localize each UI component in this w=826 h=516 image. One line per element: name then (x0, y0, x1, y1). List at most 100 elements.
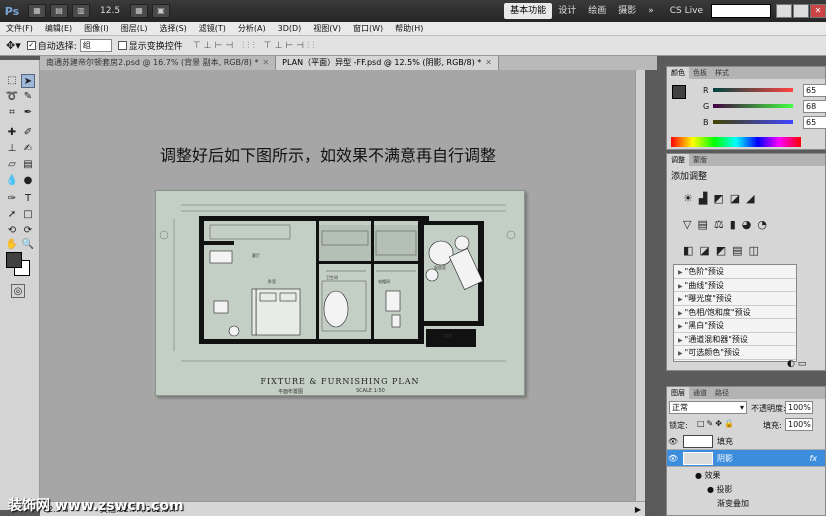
tab-document-1[interactable]: 南通苏建帝尔顿套房2.psd @ 16.7% (背景 副本, RGB/8) * ✕ (40, 56, 277, 70)
preset-black-white[interactable]: "黑白"预设 (674, 319, 796, 333)
restore-button[interactable]: ▫ (793, 4, 809, 18)
3d-rotate-tool-icon[interactable]: ⟲ (5, 224, 19, 238)
move-tool-icon[interactable]: ➤ (21, 74, 35, 88)
eyedropper-tool-icon[interactable]: ✒ (21, 106, 35, 120)
menu-file[interactable]: 文件(F) (0, 23, 39, 34)
preset-selective-color[interactable]: "可选颜色"预设 (674, 346, 796, 360)
close-tab-icon[interactable]: ✕ (262, 58, 269, 67)
cs-live-button[interactable]: CS Live (670, 6, 703, 16)
menu-3d[interactable]: 3D(D) (272, 24, 308, 33)
dodge-tool-icon[interactable]: ● (21, 174, 35, 188)
close-button[interactable]: ✕ (810, 4, 826, 18)
brush-tool-icon[interactable]: ✐ (21, 126, 35, 140)
menu-layer[interactable]: 图层(L) (115, 23, 154, 34)
adjustment-panel-footer-icons[interactable]: ◐ ▭ (787, 359, 806, 369)
clone-stamp-tool-icon[interactable]: ⊥ (5, 142, 19, 156)
preset-hue-saturation[interactable]: "色相/饱和度"预设 (674, 306, 796, 319)
auto-select-dropdown[interactable]: 组 (79, 39, 112, 52)
tab-swatches[interactable]: 色板 (689, 67, 711, 79)
adjustment-icons-row-1[interactable]: ☀▟◩◪◢ (683, 192, 761, 205)
layer-row-shadow[interactable]: 👁 阴影 fx (667, 450, 825, 467)
marquee-tool-icon[interactable]: ⬚ (5, 74, 19, 88)
menu-filter[interactable]: 滤镜(T) (193, 23, 232, 34)
menu-window[interactable]: 窗口(W) (347, 23, 389, 34)
type-tool-icon[interactable]: T (21, 192, 35, 206)
lock-icons[interactable]: □✎✥🔒 (697, 419, 736, 428)
red-slider[interactable] (713, 88, 793, 92)
menu-help[interactable]: 帮助(H) (389, 23, 429, 34)
healing-tool-icon[interactable]: ✚ (5, 126, 19, 140)
zoom-level-display[interactable]: 12.5 (100, 6, 126, 16)
tab-layers[interactable]: 图层 (667, 387, 689, 399)
menu-view[interactable]: 视图(V) (307, 23, 347, 34)
tab-document-2[interactable]: PLAN（平面）异型 -FF.psd @ 12.5% (阴影, RGB/8) *… (276, 56, 499, 70)
effect-gradient-overlay[interactable]: 渐变叠加 (667, 495, 825, 512)
hand-tool-icon[interactable]: ✋ (5, 238, 19, 252)
workspace-painting[interactable]: 绘画 (582, 3, 612, 19)
minibridge-button[interactable]: ▤ (50, 4, 68, 18)
adjustment-icons-row-2[interactable]: ▽▤⚖▮◕◔ (683, 218, 773, 231)
effect-eye-icon[interactable]: ● (707, 485, 717, 494)
pen-tool-icon[interactable]: ✑ (5, 192, 19, 206)
show-transform-checkbox[interactable] (117, 41, 127, 50)
path-select-tool-icon[interactable]: ➚ (5, 208, 19, 222)
arrange-documents-button[interactable]: ▦ (130, 4, 148, 18)
menu-analysis[interactable]: 分析(A) (232, 23, 272, 34)
red-value-input[interactable]: 65 (803, 83, 826, 97)
minimize-button[interactable]: – (776, 4, 792, 18)
move-tool-preset-icon[interactable]: ✥▾ (6, 39, 21, 52)
tab-adjustments[interactable]: 调整 (667, 154, 689, 166)
green-value-input[interactable]: 68 (803, 99, 826, 113)
preset-exposure[interactable]: "曝光度"预设 (674, 292, 796, 306)
quick-mask-icon[interactable]: ◎ (11, 284, 25, 298)
tab-paths[interactable]: 路径 (711, 387, 733, 399)
3d-orbit-tool-icon[interactable]: ⟳ (21, 224, 35, 238)
screen-mode-button[interactable]: ▣ (152, 4, 170, 18)
help-search-input[interactable] (711, 4, 771, 18)
preset-channel-mixer[interactable]: "通道混和器"预设 (674, 333, 796, 346)
align-icons[interactable]: ⊤⊥⊢⊣ ⫶⫶⫶ ⊤⊥⊢⊣⫶⫶ (193, 41, 318, 51)
tab-masks[interactable]: 蒙版 (689, 154, 711, 166)
blend-mode-dropdown[interactable]: 正常 ▾ (669, 401, 747, 414)
opacity-input[interactable]: 100% (785, 401, 813, 414)
workspace-more[interactable]: » (642, 3, 660, 19)
preset-levels[interactable]: "色阶"预设 (674, 265, 796, 279)
blue-value-input[interactable]: 65 (803, 115, 826, 129)
tab-color[interactable]: 颜色 (667, 67, 689, 79)
view-extras-button[interactable]: ▥ (72, 4, 90, 18)
workspace-design[interactable]: 设计 (552, 3, 582, 19)
crop-tool-icon[interactable]: ⌗ (5, 106, 19, 120)
foreground-color-swatch[interactable] (6, 252, 22, 268)
color-fg-swatch[interactable] (672, 85, 686, 99)
adjustment-icons-row-3[interactable]: ◧◪◩▤◫ (683, 244, 765, 257)
zoom-tool-icon[interactable]: 🔍 (21, 238, 35, 252)
lasso-tool-icon[interactable]: ➰ (5, 90, 19, 104)
menu-select[interactable]: 选择(S) (153, 23, 192, 34)
preset-curves[interactable]: "曲线"预设 (674, 279, 796, 292)
history-brush-tool-icon[interactable]: ✍ (21, 142, 35, 156)
color-spectrum-bar[interactable] (671, 137, 801, 147)
visibility-eye-icon[interactable]: 👁 (667, 437, 679, 446)
gradient-tool-icon[interactable]: ▤ (21, 158, 35, 172)
layer-row-fill[interactable]: 👁 填充 (667, 433, 825, 450)
menu-image[interactable]: 图像(I) (78, 23, 115, 34)
auto-select-checkbox[interactable]: ✓ (26, 41, 36, 50)
close-tab-icon[interactable]: ✕ (485, 58, 492, 67)
green-slider[interactable] (713, 104, 793, 108)
vertical-scrollbar[interactable] (635, 70, 645, 501)
menu-edit[interactable]: 编辑(E) (39, 23, 78, 34)
blue-slider[interactable] (713, 120, 793, 124)
tab-channels[interactable]: 通道 (689, 387, 711, 399)
bridge-button[interactable]: ▦ (28, 4, 46, 18)
workspace-essentials[interactable]: 基本功能 (504, 3, 553, 19)
visibility-eye-icon[interactable]: 👁 (667, 454, 679, 463)
floor-plan-image[interactable]: 客厅 卧室 衣帽间 卫生间 盥洗 起居室 FIXTURE & FURNISHIN… (155, 190, 525, 396)
fill-input[interactable]: 100% (785, 418, 813, 431)
quick-select-tool-icon[interactable]: ✎ (21, 90, 35, 104)
shape-tool-icon[interactable]: □ (21, 208, 35, 222)
blur-tool-icon[interactable]: 💧 (5, 174, 19, 188)
tab-styles[interactable]: 样式 (711, 67, 733, 79)
status-arrow-icon[interactable]: ▶ (635, 505, 641, 514)
layer-fx-badge[interactable]: fx (809, 454, 817, 463)
eraser-tool-icon[interactable]: ▱ (5, 158, 19, 172)
